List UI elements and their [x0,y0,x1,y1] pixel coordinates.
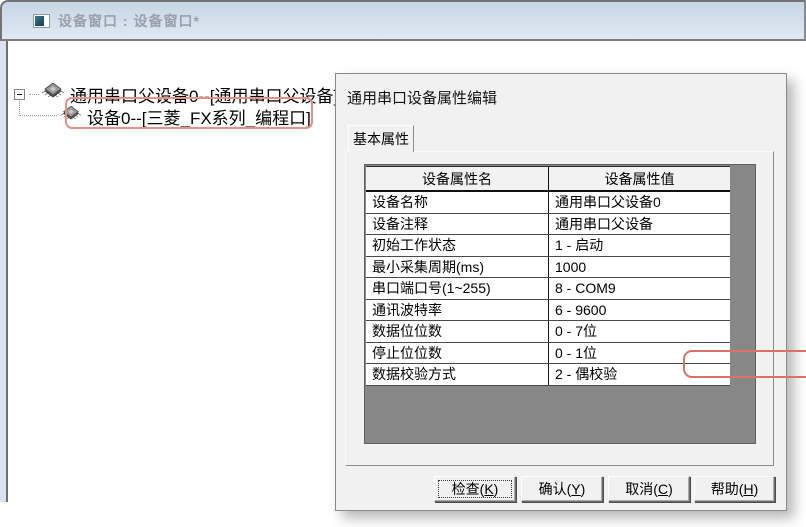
table-row: 数据校验方式2 - 偶校验 [366,364,730,386]
button-label: ) [581,481,586,497]
help-button[interactable]: 帮助(H) [694,476,775,502]
window-left-frame [0,41,8,502]
property-value[interactable]: 0 - 1位 [548,343,730,364]
property-name: 通讯波特率 [366,300,548,321]
property-name: 设备注释 [366,214,548,235]
column-header-value: 设备属性值 [548,167,730,190]
window-titlebar: 设备窗口 : 设备窗口* [0,0,806,41]
chip-icon [60,106,82,127]
tree-connector [29,94,39,95]
tree-expander-icon[interactable] [14,89,25,100]
button-shortcut: K [484,481,493,497]
button-label: 帮助( [711,479,744,499]
check-button[interactable]: 检查(K) [434,476,516,502]
table-row: 最小采集周期(ms)1000 [366,257,730,279]
button-label: 确认( [539,479,572,499]
property-value[interactable]: 2 - 偶校验 [548,364,730,385]
table-row-serial-port: 串口端口号(1~255)8 - COM9 [366,278,730,300]
dialog-title: 通用串口设备属性编辑 [347,87,497,108]
property-name: 最小采集周期(ms) [366,257,548,278]
button-label: ) [668,481,673,497]
property-name: 初始工作状态 [366,235,548,256]
property-value[interactable]: 0 - 7位 [548,321,730,342]
tab-basic-properties[interactable]: 基本属性 [348,125,414,152]
property-name: 设备名称 [366,192,548,213]
table-row: 停止位位数0 - 1位 [366,343,730,365]
table-row: 设备名称通用串口父设备0 [366,192,730,214]
property-name: 停止位位数 [366,343,548,364]
button-shortcut: H [743,481,753,497]
table-row: 设备注释通用串口父设备 [366,214,730,236]
property-value[interactable]: 1000 [548,257,730,278]
property-name: 数据校验方式 [366,364,548,385]
property-name: 串口端口号(1~255) [366,278,548,299]
button-label: 取消( [625,479,658,499]
property-value[interactable]: 1 - 启动 [548,235,730,256]
property-table: 设备属性名 设备属性值 设备名称通用串口父设备0 设备注释通用串口父设备 初始工… [366,166,730,386]
table-header-row: 设备属性名 设备属性值 [366,167,730,192]
table-row: 数据位位数0 - 7位 [366,321,730,343]
button-shortcut: Y [571,481,580,497]
cancel-button[interactable]: 取消(C) [608,476,690,502]
property-value[interactable]: 通用串口父设备0 [548,192,730,213]
window-title: 设备窗口 : 设备窗口* [58,11,200,31]
tree-item-child-device[interactable]: 设备0--[三菱_FX系列_编程口] [60,105,311,127]
table-row: 初始工作状态1 - 启动 [366,235,730,257]
button-label: ) [494,481,499,497]
tree-connector-horizontal [19,115,57,116]
confirm-button[interactable]: 确认(Y) [521,476,603,502]
button-label: 检查( [452,479,485,499]
button-label: ) [754,481,759,497]
table-row: 通讯波特率6 - 9600 [366,300,730,322]
button-shortcut: C [658,481,668,497]
screen: 设备窗口 : 设备窗口* 通用串口父设备0--[ [0,0,806,527]
window-icon [33,14,50,28]
device-property-dialog: 通用串口设备属性编辑 基本属性 设备属性名 设备属性值 设备名称通用串口父设备0… [335,73,787,511]
column-header-name: 设备属性名 [366,167,548,190]
property-name: 数据位位数 [366,321,548,342]
property-value[interactable]: 8 - COM9 [548,278,730,299]
tree-item-label: 设备0--[三菱_FX系列_编程口] [87,104,311,129]
property-value[interactable]: 通用串口父设备 [548,214,730,235]
property-value[interactable]: 6 - 9600 [548,300,730,321]
tree-item-parent-device[interactable]: 通用串口父设备0--[通用串口父设备] [14,83,338,105]
chip-icon [41,83,65,105]
